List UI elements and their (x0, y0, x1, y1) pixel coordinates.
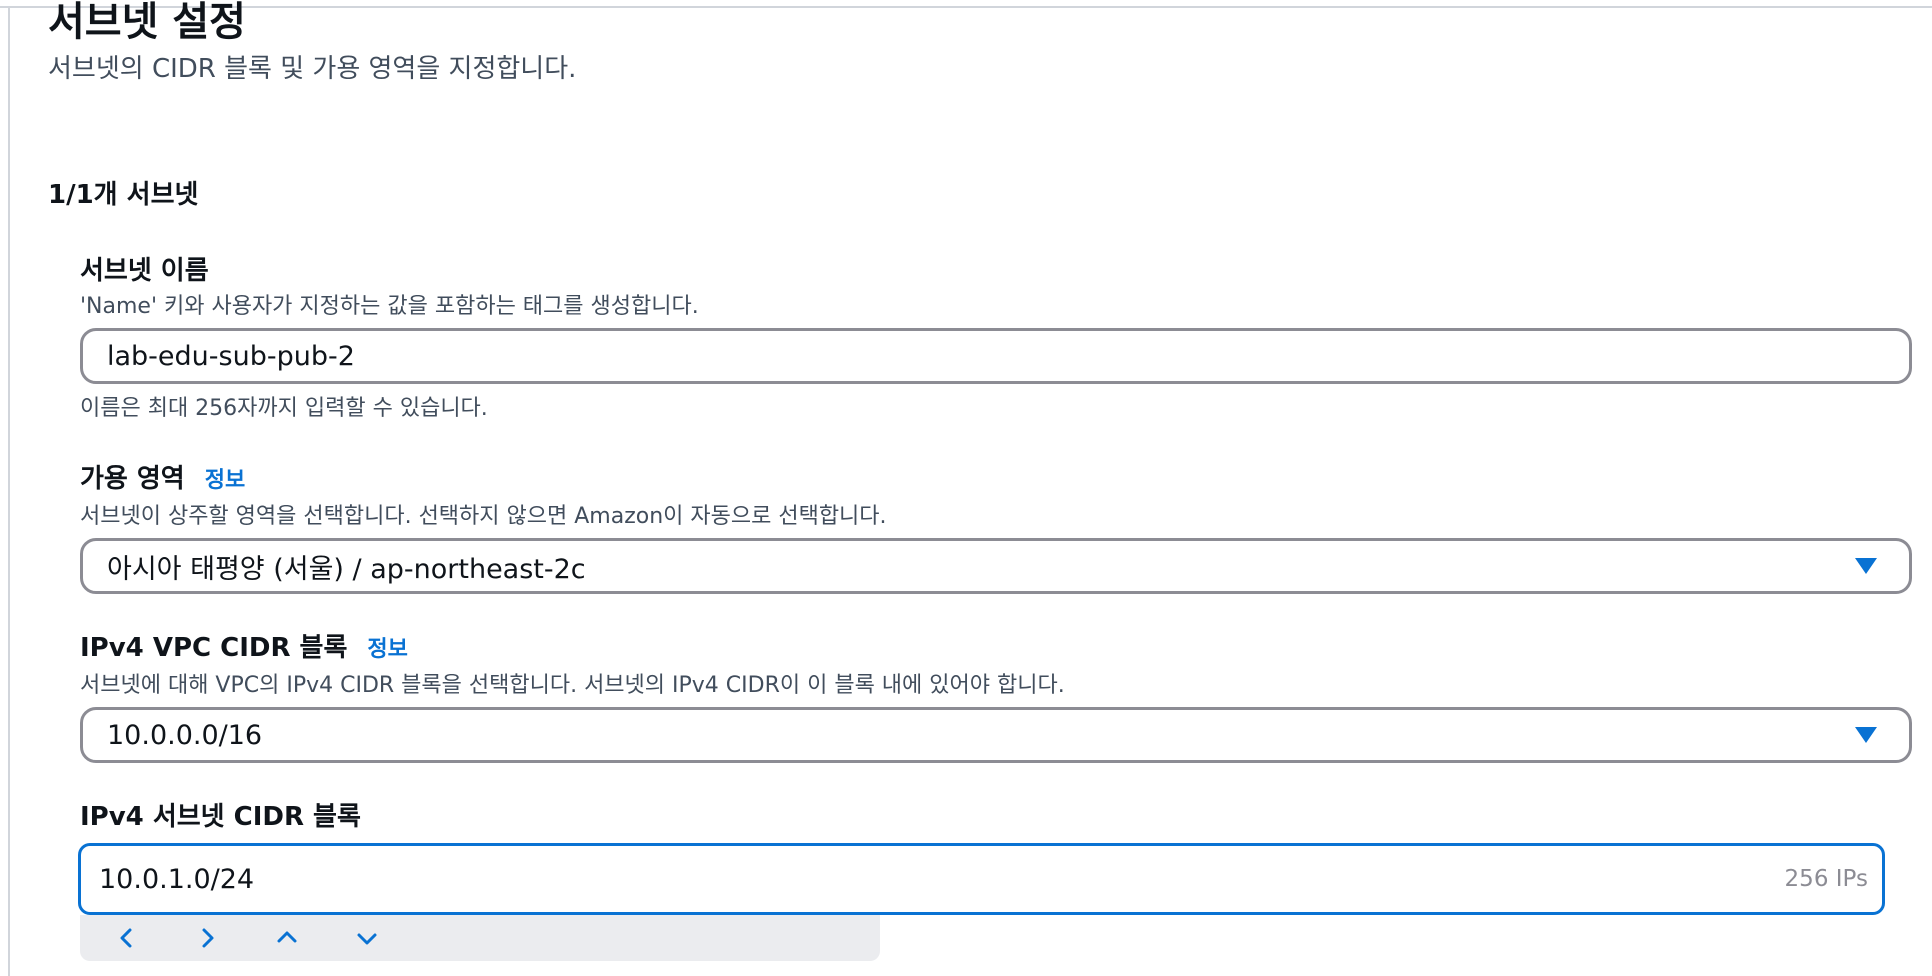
subnet-cidr-value: 10.0.1.0/24 (99, 863, 255, 895)
availability-zone-field: 가용 영역 정보 서브넷이 상주할 영역을 선택합니다. 선택하지 않으면 Am… (80, 462, 1912, 594)
availability-zone-select[interactable]: 아시아 태평양 (서울) / ap-northeast-2c (80, 538, 1912, 594)
chevron-right-icon[interactable] (190, 921, 224, 955)
vpc-cidr-field: IPv4 VPC CIDR 블록 정보 서브넷에 대해 VPC의 IPv4 CI… (80, 631, 1912, 763)
caret-down-icon (1855, 727, 1877, 743)
cidr-stepper (80, 915, 880, 961)
availability-zone-label: 가용 영역 (80, 464, 185, 494)
subnet-name-value: lab-edu-sub-pub-2 (107, 340, 355, 372)
ip-count-badge: 256 IPs (1784, 866, 1868, 892)
subnet-cidr-input[interactable]: 10.0.1.0/24 256 IPs (78, 843, 1885, 915)
subnet-name-field: 서브넷 이름 'Name' 키와 사용자가 지정하는 값을 포함하는 태그를 생… (80, 254, 1912, 424)
top-divider (0, 6, 1932, 8)
vpc-cidr-info-link[interactable]: 정보 (367, 633, 407, 667)
subnet-name-hint: 이름은 최대 256자까지 입력할 수 있습니다. (80, 396, 488, 421)
vpc-cidr-select[interactable]: 10.0.0.0/16 (80, 707, 1912, 763)
subnet-name-input[interactable]: lab-edu-sub-pub-2 (80, 328, 1912, 384)
page-title: 서브넷 설정 (48, 0, 246, 45)
availability-zone-selected: 아시아 태평양 (서울) / ap-northeast-2c (107, 553, 586, 585)
subnet-cidr-label: IPv4 서브넷 CIDR 블록 (80, 802, 361, 832)
availability-zone-info-link[interactable]: 정보 (205, 464, 245, 498)
chevron-up-icon[interactable] (270, 921, 304, 955)
vpc-cidr-description: 서브넷에 대해 VPC의 IPv4 CIDR 블록을 선택합니다. 서브넷의 I… (80, 673, 1065, 698)
vpc-cidr-label: IPv4 VPC CIDR 블록 (80, 633, 348, 663)
chevron-down-icon[interactable] (350, 921, 384, 955)
caret-down-icon (1855, 558, 1877, 574)
vpc-cidr-selected: 10.0.0.0/16 (107, 719, 263, 751)
subnet-name-description: 'Name' 키와 사용자가 지정하는 값을 포함하는 태그를 생성합니다. (80, 294, 699, 319)
availability-zone-description: 서브넷이 상주할 영역을 선택합니다. 선택하지 않으면 Amazon이 자동으… (80, 504, 887, 529)
subnet-count-heading: 1/1개 서브넷 (48, 180, 199, 210)
left-divider (8, 6, 10, 976)
page-description: 서브넷의 CIDR 블록 및 가용 영역을 지정합니다. (48, 54, 577, 84)
subnet-name-label: 서브넷 이름 (80, 256, 209, 286)
subnet-cidr-field: IPv4 서브넷 CIDR 블록 (80, 800, 1912, 834)
chevron-left-icon[interactable] (110, 921, 144, 955)
